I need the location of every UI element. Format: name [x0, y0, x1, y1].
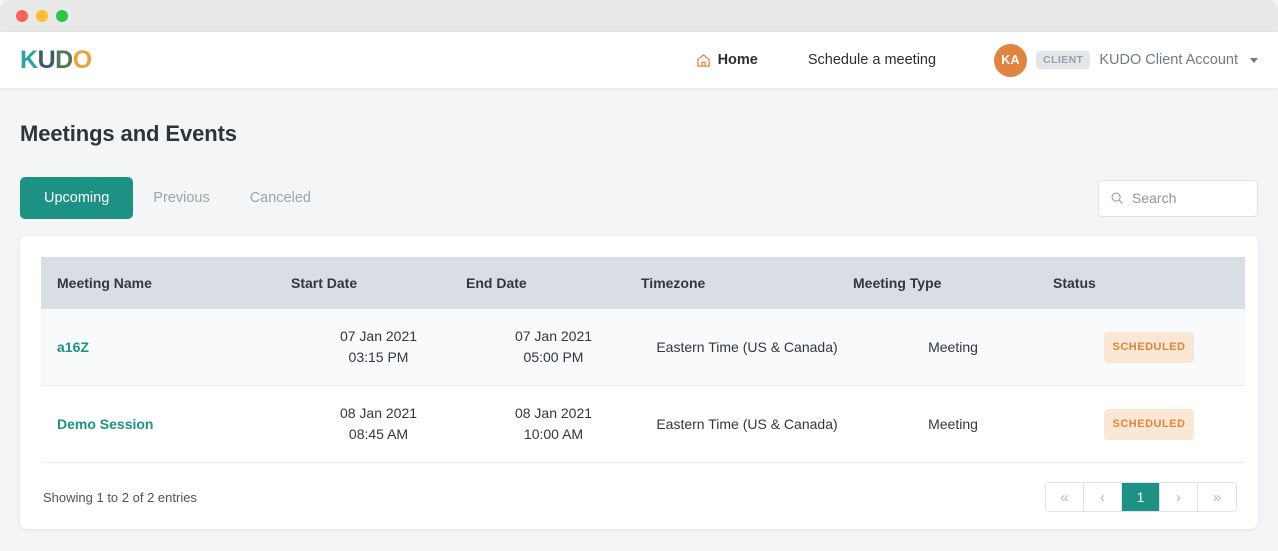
- meetings-card: Meeting Name Start Date End Date Timezon…: [20, 236, 1258, 529]
- search-icon: [1110, 191, 1124, 205]
- pagination-last-button[interactable]: »: [1198, 483, 1236, 511]
- table-body: a16Z 07 Jan 2021 03:15 PM 07 Jan 2021 05…: [41, 309, 1245, 463]
- cell-timezone: Eastern Time (US & Canada): [641, 385, 853, 463]
- status-badge: SCHEDULED: [1103, 331, 1195, 363]
- end-date-value: 07 Jan 2021: [514, 328, 593, 344]
- account-menu[interactable]: KA CLIENT KUDO Client Account: [994, 43, 1258, 77]
- logo-letter-k: K: [20, 45, 38, 74]
- nav-schedule-meeting-label: Schedule a meeting: [807, 52, 937, 68]
- column-header-timezone[interactable]: Timezone: [641, 257, 853, 309]
- minimize-window-button[interactable]: [36, 10, 48, 22]
- column-header-start-date[interactable]: Start Date: [291, 257, 466, 309]
- pagination-page-1-button[interactable]: 1: [1122, 483, 1160, 511]
- avatar: KA: [994, 43, 1028, 77]
- start-time-value: 03:15 PM: [348, 349, 409, 365]
- meeting-name-link[interactable]: a16Z: [57, 339, 89, 355]
- pagination-next-button[interactable]: ›: [1160, 483, 1198, 511]
- start-date-value: 07 Jan 2021: [339, 328, 418, 344]
- zoom-window-button[interactable]: [56, 10, 68, 22]
- column-header-status[interactable]: Status: [1053, 257, 1245, 309]
- nav-schedule-meeting-link[interactable]: Schedule a meeting: [794, 52, 950, 68]
- table-footer: Showing 1 to 2 of 2 entries « ‹ 1 › »: [41, 463, 1237, 512]
- cell-meeting-name: a16Z: [41, 309, 291, 386]
- cell-status: SCHEDULED: [1053, 385, 1245, 463]
- account-role-badge: CLIENT: [1036, 51, 1091, 69]
- meetings-table: Meeting Name Start Date End Date Timezon…: [41, 257, 1245, 463]
- pagination-prev-button[interactable]: ‹: [1084, 483, 1122, 511]
- top-navbar: K U D O Home Schedule a meeting KA CLIEN…: [0, 32, 1278, 88]
- search-input[interactable]: [1132, 190, 1246, 206]
- table-header-row: Meeting Name Start Date End Date Timezon…: [41, 257, 1245, 309]
- tab-upcoming[interactable]: Upcoming: [20, 177, 134, 219]
- nav-home-label: Home: [717, 52, 758, 68]
- showing-entries-label: Showing 1 to 2 of 2 entries: [43, 489, 197, 505]
- cell-timezone: Eastern Time (US & Canada): [641, 309, 853, 386]
- pagination: « ‹ 1 › »: [1045, 482, 1237, 512]
- column-header-end-date[interactable]: End Date: [466, 257, 641, 309]
- cell-meeting-type: Meeting: [853, 309, 1053, 386]
- table-row[interactable]: a16Z 07 Jan 2021 03:15 PM 07 Jan 2021 05…: [41, 309, 1245, 386]
- column-header-meeting-type[interactable]: Meeting Type: [853, 257, 1053, 309]
- cell-status: SCHEDULED: [1053, 309, 1245, 386]
- page-body: Meetings and Events Upcoming Previous Ca…: [0, 88, 1278, 551]
- kudo-logo[interactable]: K U D O: [20, 45, 92, 74]
- table-row[interactable]: Demo Session 08 Jan 2021 08:45 AM 08 Jan…: [41, 385, 1245, 463]
- app-window: K U D O Home Schedule a meeting KA CLIEN…: [0, 0, 1278, 551]
- cell-end-date: 08 Jan 2021 10:00 AM: [466, 385, 641, 463]
- logo-letter-d: D: [55, 45, 73, 74]
- window-titlebar: [0, 0, 1278, 32]
- logo-letter-o: O: [72, 45, 92, 74]
- meeting-name-link[interactable]: Demo Session: [57, 416, 153, 432]
- chevron-down-icon: [1250, 57, 1258, 63]
- cell-meeting-type: Meeting: [853, 385, 1053, 463]
- search-box[interactable]: [1098, 179, 1258, 217]
- navbar-right-group: Home Schedule a meeting KA CLIENT KUDO C…: [682, 43, 1258, 77]
- status-badge: SCHEDULED: [1103, 408, 1195, 440]
- start-time-value: 08:45 AM: [348, 426, 409, 442]
- page-toolbar: Upcoming Previous Canceled: [20, 177, 1258, 219]
- close-window-button[interactable]: [16, 10, 28, 22]
- table-header: Meeting Name Start Date End Date Timezon…: [41, 257, 1245, 309]
- pagination-first-button[interactable]: «: [1046, 483, 1084, 511]
- cell-end-date: 07 Jan 2021 05:00 PM: [466, 309, 641, 386]
- cell-start-date: 07 Jan 2021 03:15 PM: [291, 309, 466, 386]
- page-title: Meetings and Events: [20, 121, 237, 146]
- end-time-value: 10:00 AM: [523, 426, 584, 442]
- meetings-tabs: Upcoming Previous Canceled: [20, 177, 331, 219]
- end-date-value: 08 Jan 2021: [514, 405, 593, 421]
- logo-letter-u: U: [37, 45, 56, 74]
- cell-start-date: 08 Jan 2021 08:45 AM: [291, 385, 466, 463]
- nav-home-link[interactable]: Home: [682, 52, 772, 68]
- start-date-value: 08 Jan 2021: [339, 405, 418, 421]
- home-icon: [696, 53, 711, 68]
- tab-canceled[interactable]: Canceled: [230, 177, 331, 219]
- cell-meeting-name: Demo Session: [41, 385, 291, 463]
- tab-previous[interactable]: Previous: [133, 177, 229, 219]
- end-time-value: 05:00 PM: [523, 349, 584, 365]
- column-header-meeting-name[interactable]: Meeting Name: [41, 257, 291, 309]
- account-name-label: KUDO Client Account: [1099, 52, 1238, 68]
